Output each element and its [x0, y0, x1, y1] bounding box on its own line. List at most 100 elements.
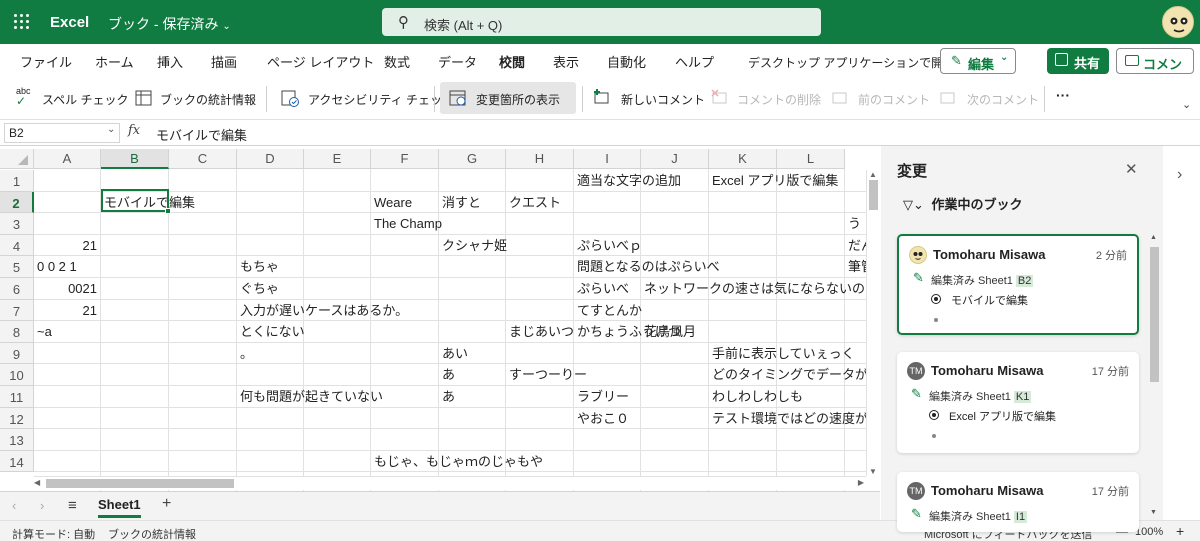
- previous-comment-button[interactable]: 前のコメント: [830, 82, 930, 114]
- cell-a6[interactable]: 0021: [34, 278, 97, 299]
- cell-h8[interactable]: まじあいつ: [509, 321, 574, 342]
- scroll-left-icon[interactable]: ◀: [34, 478, 40, 487]
- cell-g9[interactable]: あい: [442, 343, 468, 364]
- share-button[interactable]: 共有: [1047, 48, 1109, 74]
- tab-automate[interactable]: 自動化: [607, 52, 646, 71]
- sheet-tab-sheet1[interactable]: Sheet1: [98, 497, 141, 518]
- cell-i7[interactable]: てすとんか: [577, 300, 642, 321]
- tab-formulas[interactable]: 数式: [384, 52, 410, 71]
- cell-d8[interactable]: とくにない: [240, 321, 305, 342]
- column-header-l[interactable]: L: [777, 149, 845, 169]
- cell-i4[interactable]: ぷらいべｐ: [577, 235, 642, 256]
- row-header-9[interactable]: 9: [0, 342, 34, 365]
- column-header-k[interactable]: K: [709, 149, 777, 169]
- cell-d11[interactable]: 何も問題が起きていない: [240, 386, 383, 407]
- column-header-f[interactable]: F: [371, 149, 439, 169]
- cell-f14[interactable]: もじゃ、もじゃｍのじゃもや: [374, 451, 543, 472]
- cell-i6[interactable]: ぷらいべ: [577, 278, 629, 299]
- fill-handle[interactable]: [165, 208, 171, 214]
- cell-j6[interactable]: ネットワークの速さは気にならないの: [644, 278, 865, 299]
- open-in-desktop-link[interactable]: デスクトップ アプリケーションで開く: [748, 54, 955, 71]
- tab-draw[interactable]: 描画: [211, 52, 237, 71]
- function-icon[interactable]: fx: [128, 123, 148, 143]
- change-cell-ref[interactable]: I1: [1013, 511, 1028, 523]
- cell-i12[interactable]: やおこ０: [577, 408, 629, 429]
- scroll-up-icon[interactable]: ▲: [1150, 234, 1157, 241]
- changes-pane-scroll-thumb[interactable]: [1150, 247, 1159, 382]
- cell-k1[interactable]: Excel アプリ版で編集: [712, 170, 838, 191]
- next-comment-button[interactable]: 次のコメント: [938, 82, 1039, 114]
- account-avatar[interactable]: [1162, 6, 1194, 38]
- row-header-8[interactable]: 8: [0, 321, 34, 343]
- ribbon-collapse-chevron-icon[interactable]: ⌄: [1182, 98, 1191, 111]
- cell-i11[interactable]: ラブリー: [577, 386, 629, 407]
- tab-help[interactable]: ヘルプ: [675, 52, 714, 71]
- cell-i1[interactable]: 適当な文字の追加: [577, 170, 681, 191]
- cell-d6[interactable]: ぐちゃ: [240, 278, 279, 299]
- cell-k12[interactable]: テスト環境ではどの速度が: [712, 408, 868, 429]
- calc-mode-status[interactable]: 計算モード: 自動: [12, 526, 95, 541]
- tab-page-layout[interactable]: ページ レイアウト: [267, 52, 374, 71]
- tab-review[interactable]: 校閲: [499, 52, 526, 80]
- cell-h10[interactable]: すーつーりー: [509, 364, 587, 385]
- add-sheet-button[interactable]: +: [162, 495, 171, 513]
- app-name[interactable]: Excel: [50, 14, 89, 31]
- row-header-2[interactable]: 2: [0, 191, 34, 214]
- change-cell-ref[interactable]: K1: [1013, 391, 1032, 403]
- sheet-next-icon[interactable]: ›: [40, 498, 44, 513]
- column-header-c[interactable]: C: [169, 149, 237, 169]
- scroll-down-icon[interactable]: ▼: [869, 467, 877, 476]
- change-card[interactable]: TM Tomoharu Misawa 17 分前 ✎ 編集済み Sheet1 I1: [897, 472, 1139, 532]
- vertical-scrollbar[interactable]: ▲ ▼: [866, 170, 880, 476]
- cell-d9[interactable]: 。: [240, 343, 253, 364]
- row-header-14[interactable]: 14: [0, 450, 34, 473]
- row-header-13[interactable]: 13: [0, 429, 34, 451]
- new-comment-button[interactable]: 新しいコメント: [592, 82, 705, 114]
- cell-f3[interactable]: The Champ: [374, 213, 442, 234]
- row-header-4[interactable]: 4: [0, 234, 34, 257]
- column-header-b[interactable]: B: [101, 149, 169, 169]
- column-header-i[interactable]: I: [574, 149, 641, 169]
- cell-m3[interactable]: う: [848, 213, 861, 234]
- tab-insert[interactable]: 挿入: [157, 52, 183, 71]
- row-header-11[interactable]: 11: [0, 386, 34, 408]
- row-header-10[interactable]: 10: [0, 364, 34, 386]
- change-card[interactable]: TM Tomoharu Misawa 17 分前 ✎ 編集済み Sheet1 K1…: [897, 352, 1139, 453]
- vertical-scroll-thumb[interactable]: [869, 180, 878, 210]
- cell-k11[interactable]: わしわしわしも: [712, 386, 803, 407]
- tab-file[interactable]: ファイル: [20, 52, 72, 71]
- search-input[interactable]: ⚲ 検索 (Alt + Q): [382, 8, 821, 36]
- cell-h2[interactable]: クエスト: [509, 192, 561, 213]
- horizontal-scroll-thumb[interactable]: [46, 479, 234, 488]
- app-launcher-icon[interactable]: [12, 12, 32, 32]
- column-header-a[interactable]: A: [34, 149, 101, 169]
- cell-j8[interactable]: 花鳥風月: [644, 321, 696, 342]
- chevron-right-icon[interactable]: ›: [1177, 166, 1182, 184]
- all-sheets-menu-icon[interactable]: ≡: [68, 497, 77, 514]
- scroll-right-icon[interactable]: ▶: [858, 478, 864, 487]
- cell-i5[interactable]: 問題となるのはぷらいべ: [577, 256, 720, 277]
- row-header-1[interactable]: 1: [0, 170, 34, 192]
- sheet-prev-icon[interactable]: ‹: [12, 498, 16, 513]
- change-card[interactable]: Tomoharu Misawa 2 分前 ✎ 編集済み Sheet1 B2 モバイ…: [897, 234, 1139, 335]
- column-header-e[interactable]: E: [304, 149, 371, 169]
- row-header-12[interactable]: 12: [0, 407, 34, 430]
- row-header-7[interactable]: 7: [0, 299, 34, 322]
- comments-button[interactable]: コメント: [1116, 48, 1194, 91]
- column-header-j[interactable]: J: [641, 149, 709, 169]
- zoom-in-button[interactable]: +: [1176, 523, 1184, 539]
- edit-mode-button[interactable]: ✎ 編集 ⌄: [940, 48, 1016, 74]
- cell-g4[interactable]: クシャナ姫: [442, 235, 507, 256]
- workbook-stats-status[interactable]: ブックの統計情報: [108, 526, 196, 541]
- scroll-up-icon[interactable]: ▲: [869, 170, 877, 179]
- cell-k9[interactable]: 手前に表示していぇっく: [712, 343, 855, 364]
- cell-g11[interactable]: あ: [442, 386, 455, 407]
- horizontal-scrollbar[interactable]: ◀ ▶: [34, 476, 866, 490]
- cell-g10[interactable]: あ: [442, 364, 455, 385]
- show-changes-button[interactable]: 変更箇所の表示: [440, 82, 576, 114]
- cell-a8[interactable]: ~a: [37, 321, 52, 342]
- formula-input[interactable]: モバイルで編集: [156, 125, 247, 144]
- scroll-down-icon[interactable]: ▼: [1150, 509, 1157, 516]
- cell-a5[interactable]: 0 0 2 1: [37, 256, 77, 277]
- cell-d7[interactable]: 入力が遅いケースはあるか。: [240, 300, 408, 321]
